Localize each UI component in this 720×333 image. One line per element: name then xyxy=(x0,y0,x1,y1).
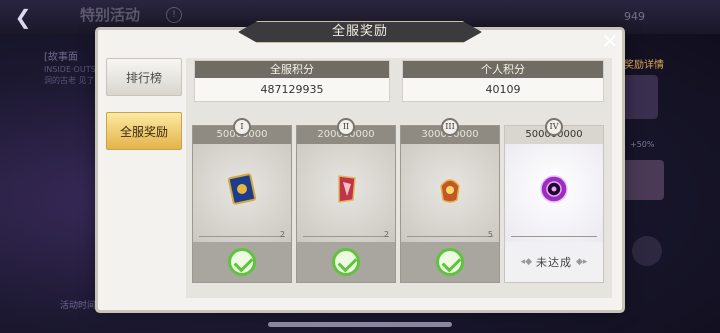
tier-badge: II xyxy=(337,118,355,136)
personal-score-box: 个人积分 40109 xyxy=(402,60,604,102)
event-description: INSIDE·OUTSIDE 洞的古老 见了 xyxy=(44,65,110,85)
help-icon[interactable]: ! xyxy=(166,7,182,23)
event-title: 特别活动 xyxy=(80,6,141,24)
reward-item-area: 2 xyxy=(193,144,291,242)
modal-sidebar: 排行榜 全服奖励 xyxy=(106,58,182,166)
shop-icon[interactable] xyxy=(632,236,662,266)
reward-status: ◂◆ 未达成 ◆▸ xyxy=(505,242,603,282)
reward-item-area xyxy=(505,144,603,242)
reward-card-tier-2[interactable]: II 200000000 2 xyxy=(296,118,396,283)
reward-card-tier-1[interactable]: I 50000000 2 xyxy=(192,118,292,283)
ornament-right-icon: ◆▸ xyxy=(576,257,588,267)
reward-count: 2 xyxy=(279,230,285,239)
tab-server-rewards[interactable]: 全服奖励 xyxy=(106,112,182,150)
reward-card-tier-4[interactable]: IV 500000000 ◂◆ 未达成 ◆▸ xyxy=(504,118,604,283)
server-score-label: 全服积分 xyxy=(195,61,389,78)
claimed-check-icon xyxy=(228,248,256,276)
reward-count: 2 xyxy=(383,230,389,239)
reward-card-tier-3[interactable]: III 300000000 5 xyxy=(400,118,500,283)
home-indicator[interactable] xyxy=(268,322,452,327)
tier-badge: III xyxy=(441,118,459,136)
reward-status xyxy=(297,242,395,282)
tier-badge: IV xyxy=(545,118,563,136)
ornament-left-icon: ◂◆ xyxy=(520,257,532,267)
reward-count: 5 xyxy=(487,230,493,239)
personal-score-label: 个人积分 xyxy=(403,61,603,78)
card-item-icon[interactable] xyxy=(225,172,259,206)
card-divider xyxy=(303,236,389,237)
not-reached-label: 未达成 xyxy=(536,256,572,269)
reward-item-area: 5 xyxy=(401,144,499,242)
server-score-value: 487129935 xyxy=(260,83,324,96)
card-divider xyxy=(199,236,285,237)
close-icon[interactable]: ✕ xyxy=(598,30,622,52)
claimed-check-icon xyxy=(332,248,360,276)
tier-badge: I xyxy=(233,118,251,136)
reward-details-link[interactable]: 奖励详情 xyxy=(624,56,664,71)
card-divider xyxy=(511,236,597,237)
reward-status xyxy=(193,242,291,282)
reward-content-panel: 全服积分 487129935 个人积分 40109 I 50000000 2 I… xyxy=(186,58,612,298)
bonus-percent: +50% xyxy=(630,140,655,149)
event-time-label: 活动时间 xyxy=(60,301,97,311)
personal-score-value: 40109 xyxy=(485,83,521,96)
back-arrow-icon[interactable]: ❮ xyxy=(8,4,38,30)
reward-status xyxy=(401,242,499,282)
crest-item-icon[interactable] xyxy=(329,172,363,206)
server-score-box: 全服积分 487129935 xyxy=(194,60,390,102)
story-label: [故事面 xyxy=(44,52,78,63)
tab-ranking[interactable]: 排行榜 xyxy=(106,58,182,96)
lantern-item-icon[interactable] xyxy=(433,172,467,206)
card-divider xyxy=(407,236,493,237)
orb-item-icon[interactable] xyxy=(537,172,571,206)
currency-count: 949 xyxy=(624,10,645,23)
modal-title: 全服奖励 xyxy=(331,24,388,39)
reward-item-area: 2 xyxy=(297,144,395,242)
claimed-check-icon xyxy=(436,248,464,276)
character-portrait-icon xyxy=(620,160,664,200)
